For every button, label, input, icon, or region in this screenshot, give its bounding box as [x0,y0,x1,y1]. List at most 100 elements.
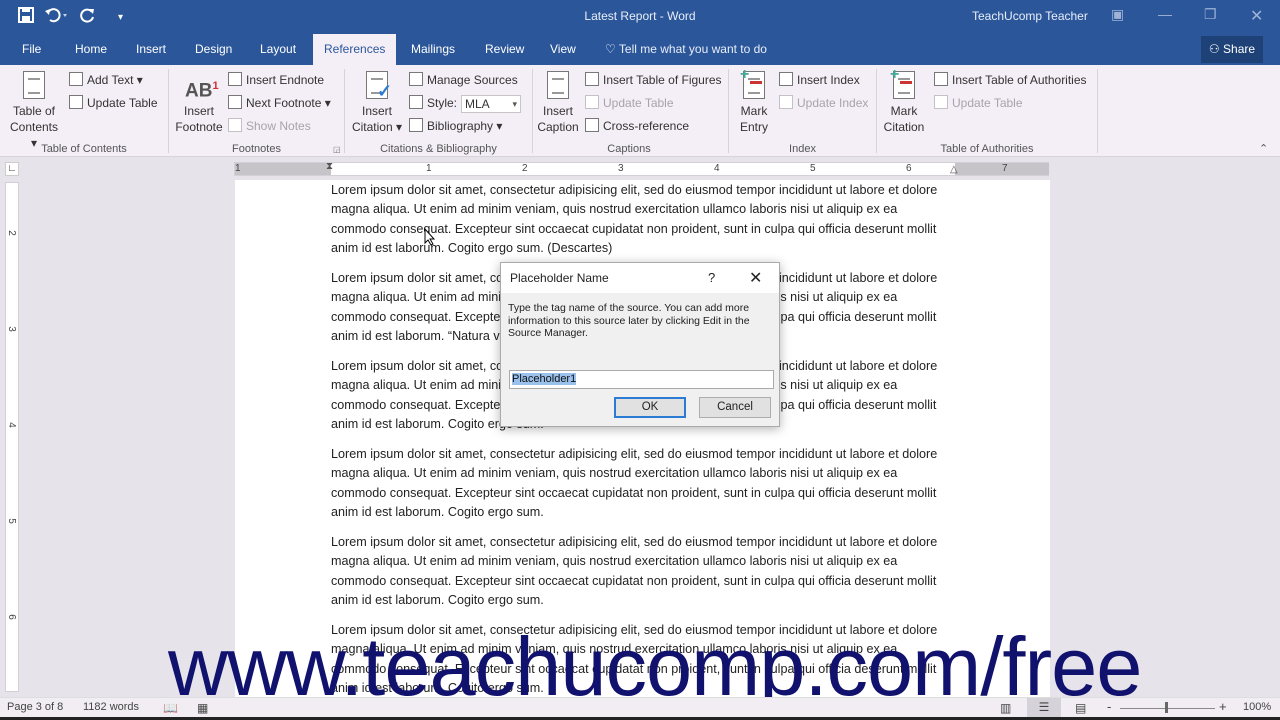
zoom-out-button[interactable]: - [1107,699,1111,714]
insert-index-button[interactable]: Insert Index [779,72,860,88]
endnote-icon [228,72,242,86]
share-button[interactable]: ⚇ Share [1201,36,1263,63]
tab-home[interactable]: Home [64,34,118,65]
table-of-figures-icon [585,72,599,86]
placeholder-name-dialog: Placeholder Name ? ✕ Type the tag name o… [500,262,780,427]
tab-design[interactable]: Design [184,34,243,65]
update-table-icon [585,95,599,109]
show-notes-button[interactable]: Show Notes [228,118,311,134]
read-mode-icon[interactable]: ▥ [1000,701,1011,715]
paragraph[interactable]: Lorem ipsum dolor sit amet, consectetur … [331,533,956,610]
style-icon [409,95,423,109]
tab-references[interactable]: References [313,34,397,65]
tab-insert[interactable]: Insert [125,34,177,65]
tell-me-box[interactable]: ♡ Tell me what you want to do [605,34,767,65]
ruler-number: 2 [5,230,17,236]
minimize-icon[interactable]: — [1158,6,1172,22]
insert-table-of-figures-button[interactable]: Insert Table of Figures [585,72,722,88]
lightbulb-icon: ♡ [605,42,616,56]
close-icon[interactable]: ✕ [1250,6,1263,26]
word-count[interactable]: 1182 words [83,701,139,713]
zoom-in-button[interactable]: + [1219,699,1227,714]
update-table-authorities-button[interactable]: Update Table [934,95,1023,111]
add-text-icon [69,72,83,86]
ruler-number: 3 [5,326,17,332]
mark-citation-icon: + [890,67,918,101]
user-name[interactable]: TeachUcomp Teacher [972,9,1088,23]
next-footnote-button[interactable]: Next Footnote ▾ [228,95,331,111]
dialog-title: Placeholder Name [510,271,609,285]
person-add-icon: ⚇ [1208,42,1220,56]
tab-mailings[interactable]: Mailings [400,34,466,65]
proofing-icon[interactable]: 📖 [163,701,178,715]
collapse-ribbon-icon[interactable]: ⌃ [1259,142,1268,155]
zoom-slider-thumb[interactable] [1165,702,1168,713]
ruler-number: 4 [5,422,17,428]
insert-table-of-authorities-button[interactable]: Insert Table of Authorities [934,72,1087,88]
ruler-number: 2 [522,163,528,174]
selected-text: Placeholder1 [512,373,577,385]
dialog-title-bar[interactable]: Placeholder Name ? ✕ [501,263,779,293]
paragraph[interactable]: Lorem ipsum dolor sit amet, consectetur … [331,445,956,522]
cross-reference-button[interactable]: Cross-reference [585,118,689,134]
tab-view[interactable]: View [539,34,587,65]
ribbon-display-options-icon[interactable]: ▣ [1111,6,1124,23]
update-table-button[interactable]: Update Table [69,95,158,111]
paragraph[interactable]: Lorem ipsum dolor sit amet, consectetur … [331,181,956,258]
ok-button[interactable]: OK [614,397,686,418]
group-label-citations: Citations & Bibliography [380,143,497,155]
tab-layout[interactable]: Layout [249,34,307,65]
insert-footnote-button[interactable]: AB1 Insert Footnote [173,71,225,135]
horizontal-ruler[interactable]: 1 1 2 3 4 5 6 7 ⧗ △ [234,161,1049,176]
macro-icon[interactable]: ▦ [197,701,208,715]
placeholder-name-input[interactable]: Placeholder1 [509,370,774,389]
ruler-number: 4 [714,163,720,174]
print-layout-icon[interactable]: ☰ [1027,698,1061,717]
left-indent-marker[interactable]: ⧗ [326,161,333,172]
ruler-number: 5 [5,518,17,524]
close-icon[interactable]: ✕ [749,268,762,288]
update-table-figures-button[interactable]: Update Table [585,95,674,111]
ruler-number: 5 [810,163,816,174]
web-layout-icon[interactable]: ▤ [1075,701,1086,715]
group-table-of-contents: Table of Contents ▾ Add Text ▾ Update Ta… [0,65,168,157]
left-margin-area [235,163,331,175]
zoom-level[interactable]: 100% [1243,701,1271,713]
restore-icon[interactable]: ❐ [1204,6,1217,23]
help-icon[interactable]: ? [708,270,715,285]
insert-citation-button[interactable]: ✓ Insert Citation ▾ [349,71,405,135]
ruler-number: 6 [5,614,17,620]
bibliography-icon [409,118,423,132]
tab-file[interactable]: File [11,34,52,65]
mark-citation-button[interactable]: + Mark Citation [879,67,929,135]
ruler-number: 6 [906,163,912,174]
vertical-ruler[interactable]: 2 3 4 5 6 [5,182,19,692]
tab-selector[interactable]: ∟ [5,162,19,176]
insert-endnote-button[interactable]: Insert Endnote [228,72,324,88]
manage-sources-button[interactable]: Manage Sources [409,72,518,88]
tell-me-text: Tell me what you want to do [618,42,767,56]
footnote-icon: AB1 [185,80,219,102]
dialog-launcher-icon[interactable]: ◲ [333,145,341,154]
ruler-number: 1 [235,163,241,174]
bibliography-button[interactable]: Bibliography ▾ [409,118,502,134]
insert-citation-icon: ✓ [363,71,392,101]
mark-entry-button[interactable]: + Mark Entry [731,67,777,135]
update-index-icon [779,95,793,109]
right-indent-marker[interactable]: △ [950,164,958,175]
page-count[interactable]: Page 3 of 8 [7,701,63,713]
share-label: Share [1223,42,1256,56]
group-table-of-authorities: + Mark Citation Insert Table of Authorit… [877,65,1097,157]
group-label-index: Index [789,143,816,155]
style-dropdown[interactable]: MLA [461,95,522,113]
add-text-button[interactable]: Add Text ▾ [69,72,143,88]
update-index-button[interactable]: Update Index [779,95,868,111]
table-of-contents-button[interactable]: Table of Contents ▾ [6,71,62,151]
insert-caption-button[interactable]: Insert Caption [535,71,581,135]
insert-caption-icon [544,71,572,101]
tab-review[interactable]: Review [474,34,535,65]
group-separator [1097,69,1098,153]
style-selector[interactable]: Style: MLA [409,95,522,113]
group-label-toa: Table of Authorities [940,143,1034,155]
cancel-button[interactable]: Cancel [699,397,771,418]
